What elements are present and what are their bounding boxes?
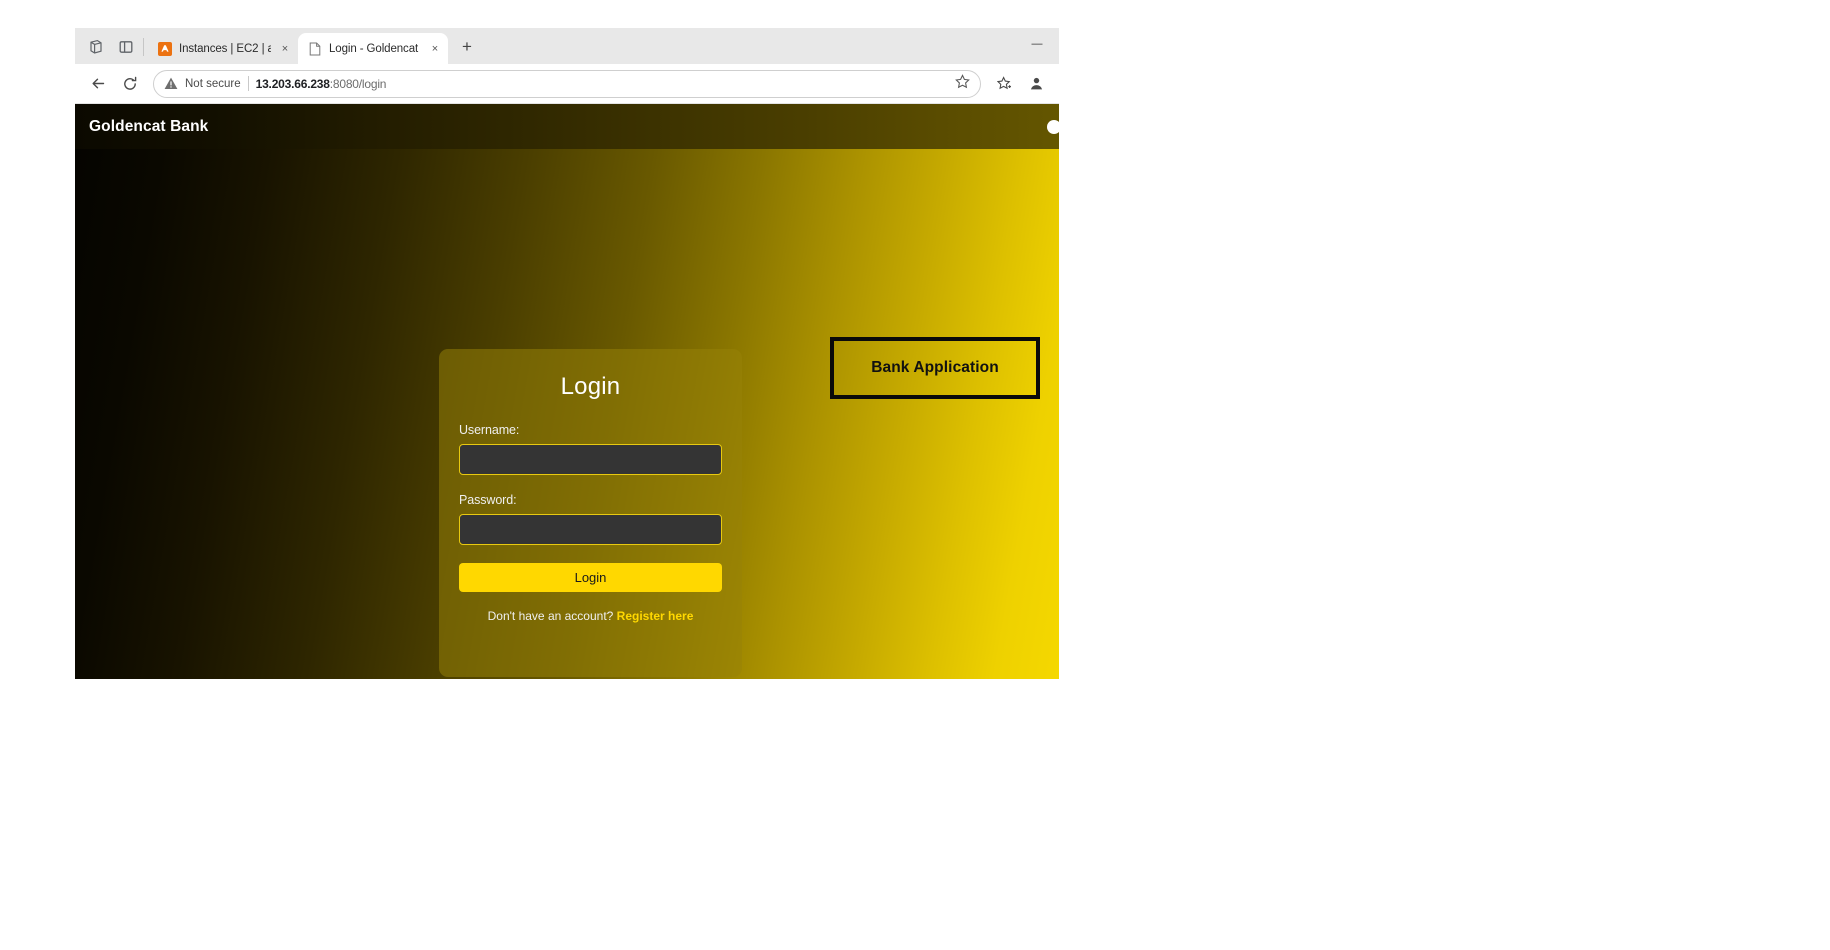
register-here-link[interactable]: Register here <box>617 609 694 623</box>
profile-icon[interactable] <box>1021 69 1051 99</box>
refresh-icon[interactable] <box>115 69 145 99</box>
star-icon[interactable] <box>955 73 970 94</box>
browser-window: Instances | EC2 | ap-south-1 × Login - G… <box>75 28 1059 680</box>
browser-tab-title: Instances | EC2 | ap-south-1 <box>179 42 271 55</box>
minimize-button[interactable]: — <box>1015 28 1059 60</box>
split-screen-icon[interactable] <box>111 30 141 64</box>
login-submit-button[interactable]: Login <box>459 563 722 592</box>
aws-icon <box>158 41 172 56</box>
back-arrow-icon[interactable] <box>83 69 113 99</box>
page-background: Bank Application Login Username: Passwor… <box>75 149 1059 679</box>
browser-toolbar: Not secure 13.203.66.238:8080/login <box>75 64 1059 104</box>
tab-strip-divider <box>143 38 144 56</box>
password-label: Password: <box>459 493 517 507</box>
browser-tab-strip: Instances | EC2 | ap-south-1 × Login - G… <box>75 28 1059 64</box>
url-path: :8080/login <box>329 76 387 91</box>
toolbar-right-actions <box>989 69 1051 99</box>
address-bar-url: 13.203.66.238:8080/login <box>256 77 387 91</box>
tab-close-icon[interactable]: × <box>428 42 442 56</box>
username-input[interactable] <box>459 444 722 475</box>
register-prompt-line: Don't have an account? Register here <box>459 609 722 623</box>
favorites-icon[interactable] <box>989 69 1019 99</box>
login-card: Login Username: Password: Login Don't ha… <box>439 349 742 677</box>
browser-tab-title: Login - Goldencat Bank <box>329 42 421 55</box>
tab-close-icon[interactable]: × <box>278 42 292 56</box>
new-tab-button[interactable]: + <box>453 33 481 61</box>
address-bar[interactable]: Not secure 13.203.66.238:8080/login <box>153 69 981 98</box>
address-bar-divider <box>247 76 249 91</box>
site-header: Goldencat Bank <box>75 104 1059 149</box>
window-controls: — <box>1015 28 1059 64</box>
collections-icon[interactable] <box>81 30 111 64</box>
bank-application-annotation: Bank Application <box>830 337 1040 399</box>
header-avatar-dot[interactable] <box>1047 119 1059 134</box>
register-prompt-text: Don't have an account? <box>487 609 614 623</box>
page-icon <box>308 42 322 56</box>
site-brand-title: Goldencat Bank <box>89 117 209 135</box>
browser-tab-aws-ec2[interactable]: Instances | EC2 | ap-south-1 × <box>148 33 298 64</box>
address-bar-actions <box>955 73 970 94</box>
password-input[interactable] <box>459 514 722 545</box>
login-title: Login <box>560 373 621 400</box>
browser-tab-goldencat-login[interactable]: Login - Goldencat Bank × <box>298 33 448 64</box>
not-secure-label: Not secure <box>185 77 241 90</box>
username-label: Username: <box>459 423 520 437</box>
url-host: 13.203.66.238 <box>255 76 330 91</box>
bank-application-label: Bank Application <box>871 359 999 376</box>
page-viewport: Goldencat Bank Bank Application Login Us… <box>75 104 1059 679</box>
warning-triangle-icon <box>164 77 178 90</box>
